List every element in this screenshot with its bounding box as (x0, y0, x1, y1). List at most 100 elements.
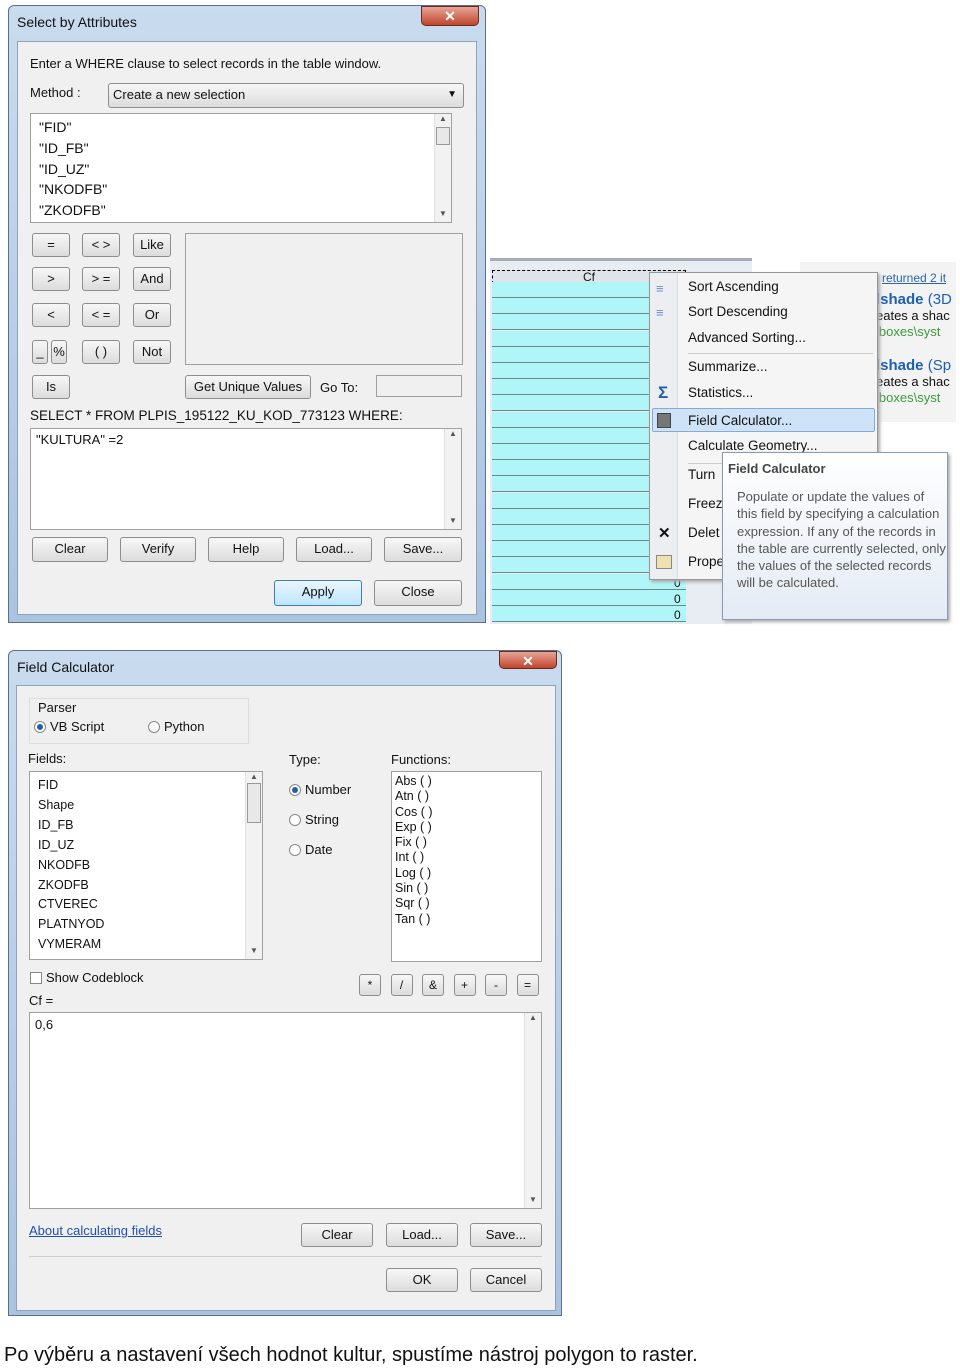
expression-input[interactable]: "KULTURA" =2 ▲ ▼ (30, 428, 462, 530)
type-radio[interactable]: Number (289, 782, 351, 797)
field-item[interactable]: "ID_FB" (39, 138, 443, 159)
field-item[interactable]: FID (38, 776, 254, 796)
close-dialog-button[interactable]: Close (374, 580, 462, 606)
scrollbar[interactable]: ▲ ▼ (245, 772, 262, 959)
operator-button[interactable]: Like (133, 233, 171, 257)
goto-input[interactable] (376, 375, 462, 397)
delete-icon: ✕ (658, 525, 671, 542)
radio-vbscript[interactable]: VB Script (34, 719, 104, 734)
menu-item[interactable]: Sort Descending (688, 304, 788, 319)
field-item[interactable]: "FID" (39, 117, 443, 138)
menu-item[interactable]: Calculate Geometry... (688, 438, 818, 453)
menu-item[interactable]: Turn (688, 467, 715, 482)
apply-button[interactable]: Apply (274, 580, 362, 606)
functions-list[interactable]: Abs ( ) Atn ( ) Cos ( ) Exp ( ) Fix ( ) Int (… (391, 771, 542, 962)
operator-button[interactable]: = (516, 974, 539, 996)
field-item[interactable]: ZKODFB (38, 876, 254, 896)
show-codeblock-checkbox[interactable]: Show Codeblock (30, 970, 144, 985)
function-item[interactable]: Abs ( ) (395, 774, 538, 789)
operator-button[interactable]: < = (82, 303, 120, 327)
scrollbar[interactable]: ▲ ▼ (444, 429, 461, 529)
table-row[interactable] (492, 606, 686, 622)
field-item[interactable]: "ZKODFB" (39, 200, 443, 221)
function-item[interactable]: Sqr ( ) (395, 896, 538, 911)
cancel-button[interactable]: Cancel (470, 1268, 542, 1292)
function-item[interactable]: Int ( ) (395, 850, 538, 865)
verify-button[interactable]: Verify (120, 537, 196, 562)
fields-list[interactable]: FID Shape ID_FB ID_UZ NKODFB ZKODFB CTVEREC PLA… (29, 771, 263, 960)
load-button[interactable]: Load... (296, 537, 372, 562)
operator-button[interactable]: Not (133, 340, 171, 364)
sort-ascending-icon: ≡ (656, 281, 664, 296)
field-item[interactable]: "NKODFB" (39, 179, 443, 200)
function-item[interactable]: Sin ( ) (395, 881, 538, 896)
function-item[interactable]: Cos ( ) (395, 805, 538, 820)
operator-button[interactable]: + (453, 974, 476, 996)
operator-button[interactable]: * (359, 974, 381, 996)
load-button[interactable]: Load... (386, 1223, 458, 1247)
menu-item[interactable]: Summarize... (688, 359, 768, 374)
type-radio[interactable]: String (289, 812, 339, 827)
function-item[interactable]: Atn ( ) (395, 789, 538, 804)
clear-button[interactable]: Clear (32, 537, 108, 562)
operator-button[interactable]: / (390, 974, 413, 996)
menu-item[interactable]: Advanced Sorting... (688, 330, 806, 345)
about-link[interactable]: About calculating fields (29, 1223, 162, 1238)
menu-item[interactable]: Sort Ascending (688, 279, 779, 294)
menu-item[interactable]: Prope (688, 554, 724, 569)
operator-button[interactable]: ( ) (82, 340, 120, 364)
operator-button[interactable]: > (32, 267, 70, 291)
type-radio[interactable]: Date (289, 842, 332, 857)
function-item[interactable]: Log ( ) (395, 866, 538, 881)
clear-button[interactable]: Clear (301, 1223, 373, 1247)
method-select[interactable]: Create a new selection ▼ (108, 83, 464, 108)
close-button[interactable]: ✕ (421, 6, 479, 26)
dialog-body: Enter a WHERE clause to select records i… (17, 41, 477, 615)
operator-button[interactable]: Is (32, 375, 70, 399)
operator-button[interactable]: - (485, 974, 507, 996)
operator-button[interactable]: And (133, 267, 171, 291)
operator-button[interactable]: = (32, 233, 70, 257)
function-item[interactable]: Tan ( ) (395, 912, 538, 927)
menu-item[interactable]: Delet (688, 525, 720, 540)
menu-item[interactable]: Statistics... (688, 385, 753, 400)
menu-item[interactable]: Freez (688, 496, 723, 511)
instruction-text: Enter a WHERE clause to select records i… (30, 56, 382, 71)
field-item[interactable]: ID_FB (38, 816, 254, 836)
operator-button[interactable]: > = (82, 267, 120, 291)
field-item[interactable]: PLATNYOD (38, 915, 254, 935)
radio-python[interactable]: Python (148, 719, 204, 734)
function-item[interactable]: Fix ( ) (395, 835, 538, 850)
field-item[interactable]: CTVEREC (38, 895, 254, 915)
operator-button[interactable]: & (422, 974, 444, 996)
menu-item[interactable]: Field Calculator... (688, 413, 792, 428)
operator-button[interactable]: < > (82, 233, 120, 257)
operator-button[interactable]: % (51, 340, 67, 364)
result-title[interactable]: lshade (876, 291, 924, 308)
operator-button[interactable]: < (32, 303, 70, 327)
field-item[interactable]: ID_UZ (38, 836, 254, 856)
result-suffix: (3D (927, 291, 952, 308)
field-item[interactable]: Shape (38, 796, 254, 816)
table-row[interactable] (492, 589, 686, 606)
operator-button[interactable]: _ (32, 340, 48, 364)
field-item[interactable]: VYMERAM (38, 935, 254, 955)
close-button[interactable]: ✕ (499, 651, 557, 669)
field-item[interactable]: "ID_UZ" (39, 159, 443, 180)
cell-value: 0 (674, 592, 681, 606)
scrollbar[interactable]: ▲ ▼ (524, 1013, 541, 1208)
function-item[interactable]: Exp ( ) (395, 820, 538, 835)
result-title[interactable]: lshade (876, 357, 924, 374)
radio-label: Number (305, 782, 352, 797)
fields-list[interactable]: "FID" "ID_FB" "ID_UZ" "NKODFB" "ZKODFB" ▲ ▼ (30, 113, 452, 223)
get-unique-values-button[interactable]: Get Unique Values (185, 375, 311, 399)
save-button[interactable]: Save... (384, 537, 462, 562)
help-button[interactable]: Help (208, 537, 284, 562)
field-item[interactable]: NKODFB (38, 856, 254, 876)
unique-values-list[interactable] (185, 233, 463, 365)
operator-button[interactable]: Or (133, 303, 171, 327)
ok-button[interactable]: OK (386, 1268, 458, 1292)
save-button[interactable]: Save... (470, 1223, 542, 1247)
scrollbar[interactable]: ▲ ▼ (434, 114, 451, 222)
expression-input[interactable]: 0,6 ▲ ▼ (29, 1012, 542, 1209)
